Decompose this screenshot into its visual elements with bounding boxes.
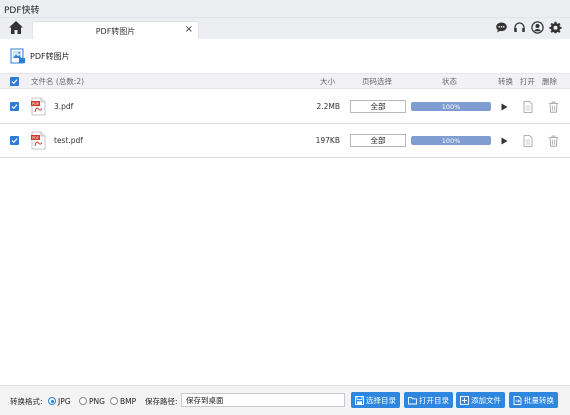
chat-button[interactable]	[495, 21, 508, 34]
plus-icon	[460, 395, 469, 405]
format-option-label: BMP	[120, 396, 137, 406]
format-option-bmp[interactable]: BMP	[110, 395, 136, 407]
header-filename: 文件名 (总数:2)	[31, 76, 85, 86]
title-bar: PDF快转	[0, 0, 570, 18]
page-select-value: 全部	[350, 100, 406, 113]
image-icon	[10, 48, 25, 64]
chat-icon	[496, 22, 507, 33]
save-path-label: 保存路径:	[145, 396, 178, 406]
button-label: 添加文件	[471, 395, 501, 405]
table-row[interactable]: PDF 3.pdf 2.2MB 全部 100%	[0, 90, 570, 124]
file-size: 2.2MB	[316, 102, 340, 111]
table-row[interactable]: PDF test.pdf 197KB 全部 100%	[0, 124, 570, 158]
save-path-input[interactable]: 保存到桌面	[181, 393, 345, 407]
format-option-label: PNG	[89, 396, 105, 406]
svg-text:PDF: PDF	[32, 136, 39, 140]
main-panel: PDF转图片 文件名 (总数:2) 大小 页码选择 状态 转换 打开 删除 PD…	[0, 39, 570, 385]
progress-bar: 100%	[411, 90, 491, 123]
button-label: 选择目录	[366, 395, 396, 405]
delete-button[interactable]	[548, 124, 559, 157]
file-name: 3.pdf	[54, 102, 74, 111]
format-label: 转换格式:	[10, 396, 43, 406]
file-icon	[523, 100, 533, 113]
pdf-file-icon: PDF	[31, 124, 46, 157]
play-icon	[501, 137, 508, 144]
tab-pdf-to-image[interactable]: PDF转图片 ×	[32, 21, 199, 39]
table-header: 文件名 (总数:2) 大小 页码选择 状态 转换 打开 删除	[0, 73, 570, 89]
section-header: PDF转图片	[10, 47, 70, 65]
user-icon	[531, 21, 544, 34]
select-all-checkbox[interactable]	[10, 74, 19, 88]
app-title: PDF快转	[4, 6, 40, 16]
support-button[interactable]	[513, 21, 526, 34]
progress-text: 100%	[441, 136, 461, 145]
button-label: 打开目录	[419, 395, 449, 405]
progress-text: 100%	[441, 102, 461, 111]
open-button[interactable]	[523, 124, 533, 157]
top-right-icons	[495, 21, 562, 35]
radio-jpg	[48, 397, 56, 405]
play-icon	[501, 103, 508, 110]
footer-bar: 转换格式: JPG PNG BMP 保存路径: 保存到桌面 选择目录 打开目录 …	[0, 385, 570, 415]
tab-bar: PDF转图片 ×	[0, 18, 570, 39]
file-name: test.pdf	[54, 136, 83, 145]
row-checkbox[interactable]	[10, 90, 19, 123]
headset-icon	[514, 22, 525, 32]
account-button[interactable]	[531, 21, 544, 34]
row-checkbox[interactable]	[10, 124, 19, 157]
open-button[interactable]	[523, 90, 533, 123]
format-option-png[interactable]: PNG	[79, 395, 105, 407]
check-icon	[11, 78, 18, 84]
check-icon	[11, 104, 18, 110]
progress-bar: 100%	[411, 124, 491, 157]
page-select-value: 全部	[350, 134, 406, 147]
folder-icon	[408, 396, 417, 405]
radio-bmp	[110, 397, 118, 405]
convert-icon	[513, 395, 522, 405]
settings-button[interactable]	[549, 21, 562, 34]
format-option-jpg[interactable]: JPG	[48, 395, 71, 407]
format-option-label: JPG	[58, 396, 71, 406]
header-open: 打开	[520, 76, 535, 86]
file-size: 197KB	[315, 136, 340, 145]
add-file-button[interactable]: 添加文件	[456, 392, 505, 408]
tab-close-button[interactable]: ×	[185, 24, 193, 36]
page-select-button[interactable]: 全部	[350, 124, 406, 157]
header-convert: 转换	[498, 76, 513, 86]
radio-png	[79, 397, 87, 405]
save-icon	[355, 395, 364, 405]
checkbox-box	[10, 102, 19, 111]
home-button[interactable]	[8, 20, 24, 35]
open-dir-button[interactable]: 打开目录	[404, 392, 453, 408]
header-status: 状态	[442, 76, 457, 86]
page-select-button[interactable]: 全部	[350, 90, 406, 123]
header-page-select: 页码选择	[362, 76, 392, 86]
tab-label: PDF转图片	[95, 27, 136, 36]
gear-icon	[549, 21, 562, 34]
button-label: 批量转换	[524, 395, 554, 405]
home-icon	[9, 21, 23, 34]
header-delete: 删除	[542, 76, 557, 86]
pdf-file-icon: PDF	[31, 90, 46, 123]
svg-text:PDF: PDF	[32, 102, 39, 106]
delete-button[interactable]	[548, 90, 559, 123]
file-icon	[523, 134, 533, 147]
checkbox-box	[10, 136, 19, 145]
checkbox-box	[10, 76, 19, 86]
convert-button[interactable]	[499, 90, 509, 123]
choose-dir-button[interactable]: 选择目录	[351, 392, 400, 408]
convert-button[interactable]	[499, 124, 509, 157]
section-title: PDF转图片	[30, 51, 70, 61]
trash-icon	[548, 135, 559, 147]
check-icon	[11, 138, 18, 144]
batch-convert-button[interactable]: 批量转换	[509, 392, 558, 408]
trash-icon	[548, 101, 559, 113]
header-size: 大小	[320, 76, 335, 86]
